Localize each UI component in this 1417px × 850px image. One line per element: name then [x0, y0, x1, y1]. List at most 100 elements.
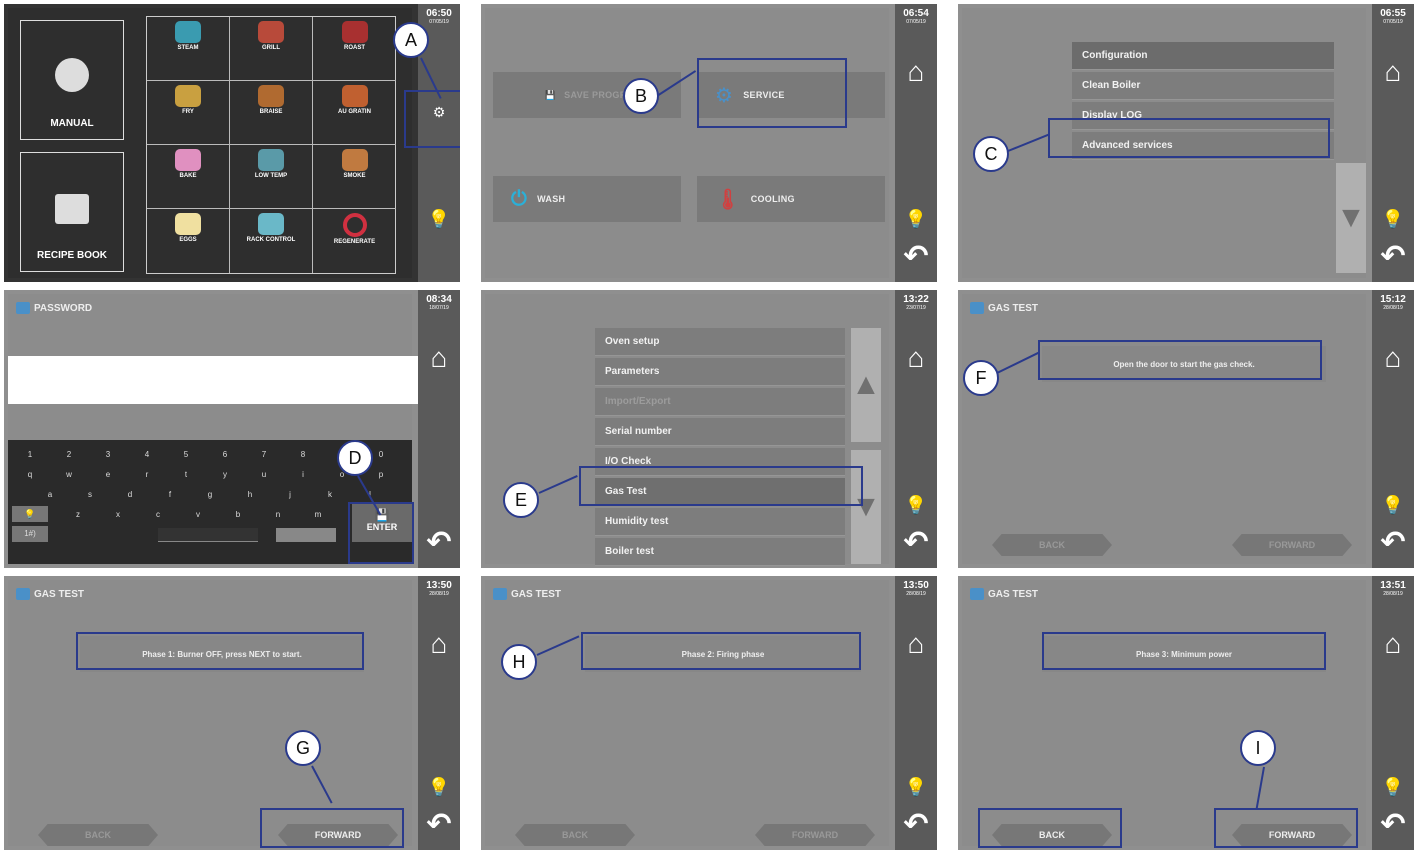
forward-button[interactable]: FORWARD: [1232, 534, 1352, 556]
menu-item-clean-boiler[interactable]: Clean Boiler: [1072, 72, 1334, 100]
manual-label: MANUAL: [50, 118, 94, 129]
home-icon[interactable]: ⌂: [1372, 342, 1414, 374]
key-y[interactable]: y: [217, 470, 233, 479]
panel-a-main-menu: MANUAL RECIPE BOOK STEAM GRILL ROAST FRY…: [4, 4, 460, 282]
key-g[interactable]: g: [202, 490, 218, 499]
forward-button[interactable]: FORWARD: [755, 824, 875, 846]
key-3[interactable]: 3: [100, 450, 116, 459]
key-0[interactable]: 0: [373, 450, 389, 459]
home-icon[interactable]: ⌂: [1372, 628, 1414, 660]
key-m[interactable]: m: [310, 510, 326, 519]
key-c[interactable]: c: [150, 510, 166, 519]
home-icon[interactable]: ⌂: [418, 628, 460, 660]
lightbulb-icon[interactable]: 💡: [1372, 495, 1414, 516]
menu-item-boiler-test[interactable]: Boiler test: [595, 538, 845, 566]
key-a[interactable]: a: [42, 490, 58, 499]
lightbulb-icon[interactable]: 💡: [895, 495, 937, 516]
menu-item-import-export[interactable]: Import/Export: [595, 388, 845, 416]
home-icon[interactable]: ⌂: [895, 56, 937, 88]
password-field[interactable]: [8, 356, 418, 404]
menu-item-label: Clean Boiler: [1082, 80, 1141, 91]
mode-fry[interactable]: FRY: [147, 81, 230, 145]
lightbulb-icon[interactable]: 💡: [895, 209, 937, 230]
mode-rack-control[interactable]: RACK CONTROL: [230, 209, 313, 273]
bake-icon: [175, 149, 201, 171]
lightbulb-icon[interactable]: 💡: [895, 777, 937, 798]
mode-roast[interactable]: ROAST: [313, 17, 396, 81]
clock: 08:34 18/07/19: [418, 294, 460, 312]
back-arrow-icon[interactable]: ↶: [895, 525, 937, 560]
key-8[interactable]: 8: [295, 450, 311, 459]
mode-eggs[interactable]: EGGS: [147, 209, 230, 273]
key-b[interactable]: b: [230, 510, 246, 519]
space-key[interactable]: [158, 528, 258, 542]
key-i[interactable]: i: [295, 470, 311, 479]
key-t[interactable]: t: [178, 470, 194, 479]
lightbulb-icon[interactable]: 💡: [1372, 777, 1414, 798]
key-p[interactable]: p: [373, 470, 389, 479]
key-6[interactable]: 6: [217, 450, 233, 459]
home-icon[interactable]: ⌂: [1372, 56, 1414, 88]
clock-time: 06:50: [426, 8, 452, 19]
key-z[interactable]: z: [70, 510, 86, 519]
key-h[interactable]: h: [242, 490, 258, 499]
key-4[interactable]: 4: [139, 450, 155, 459]
recipe-book-tile[interactable]: RECIPE BOOK: [20, 152, 124, 272]
lightbulb-icon[interactable]: 💡: [418, 209, 460, 230]
symbols-key[interactable]: 1#): [12, 526, 48, 542]
mode-regenerate[interactable]: REGENERATE: [313, 209, 396, 273]
home-icon[interactable]: ⌂: [895, 342, 937, 374]
key-f[interactable]: f: [162, 490, 178, 499]
menu-item-oven-setup[interactable]: Oven setup: [595, 328, 845, 356]
backspace-key[interactable]: [276, 528, 336, 542]
key-e[interactable]: e: [100, 470, 116, 479]
cooling-button[interactable]: 🌡 COOLING: [697, 176, 885, 222]
key-5[interactable]: 5: [178, 450, 194, 459]
mode-smoke[interactable]: SMOKE: [313, 145, 396, 209]
scroll-down-button[interactable]: ▼: [1336, 163, 1366, 273]
back-arrow-icon[interactable]: ↶: [1372, 525, 1414, 560]
mode-bake[interactable]: BAKE: [147, 145, 230, 209]
back-arrow-icon[interactable]: ↶: [895, 807, 937, 842]
menu-item-parameters[interactable]: Parameters: [595, 358, 845, 386]
back-arrow-icon[interactable]: ↶: [1372, 807, 1414, 842]
key-x[interactable]: x: [110, 510, 126, 519]
back-arrow-icon[interactable]: ↶: [418, 807, 460, 842]
home-icon[interactable]: ⌂: [895, 628, 937, 660]
back-button[interactable]: BACK: [515, 824, 635, 846]
key-w[interactable]: w: [61, 470, 77, 479]
back-arrow-icon[interactable]: ↶: [1372, 239, 1414, 274]
key-q[interactable]: q: [22, 470, 38, 479]
key-r[interactable]: r: [139, 470, 155, 479]
back-arrow-icon[interactable]: ↶: [895, 239, 937, 274]
key-v[interactable]: v: [190, 510, 206, 519]
wash-button[interactable]: ⏻ WASH: [493, 176, 681, 222]
key-n[interactable]: n: [270, 510, 286, 519]
mode-grill[interactable]: GRILL: [230, 17, 313, 81]
key-d[interactable]: d: [122, 490, 138, 499]
menu-item-configuration[interactable]: Configuration: [1072, 42, 1334, 70]
manual-tile[interactable]: MANUAL: [20, 20, 124, 140]
lightbulb-icon[interactable]: 💡: [1372, 209, 1414, 230]
back-button[interactable]: BACK: [38, 824, 158, 846]
screen-title: PASSWORD: [34, 302, 93, 314]
mode-low-temp[interactable]: LOW TEMP: [230, 145, 313, 209]
mode-steam[interactable]: STEAM: [147, 17, 230, 81]
menu-item-serial-number[interactable]: Serial number: [595, 418, 845, 446]
scroll-up-button[interactable]: ▲: [851, 328, 881, 442]
mode-au-gratin[interactable]: AU GRATIN: [313, 81, 396, 145]
key-7[interactable]: 7: [256, 450, 272, 459]
key-s[interactable]: s: [82, 490, 98, 499]
key-k[interactable]: k: [322, 490, 338, 499]
back-button[interactable]: BACK: [992, 534, 1112, 556]
mode-braise[interactable]: BRAISE: [230, 81, 313, 145]
key-j[interactable]: j: [282, 490, 298, 499]
key-u[interactable]: u: [256, 470, 272, 479]
key-2[interactable]: 2: [61, 450, 77, 459]
key-1[interactable]: 1: [22, 450, 38, 459]
back-arrow-icon[interactable]: ↶: [418, 525, 460, 560]
hint-key[interactable]: 💡: [12, 506, 48, 522]
menu-item-humidity-test[interactable]: Humidity test: [595, 508, 845, 536]
home-icon[interactable]: ⌂: [418, 342, 460, 374]
lightbulb-icon[interactable]: 💡: [418, 777, 460, 798]
